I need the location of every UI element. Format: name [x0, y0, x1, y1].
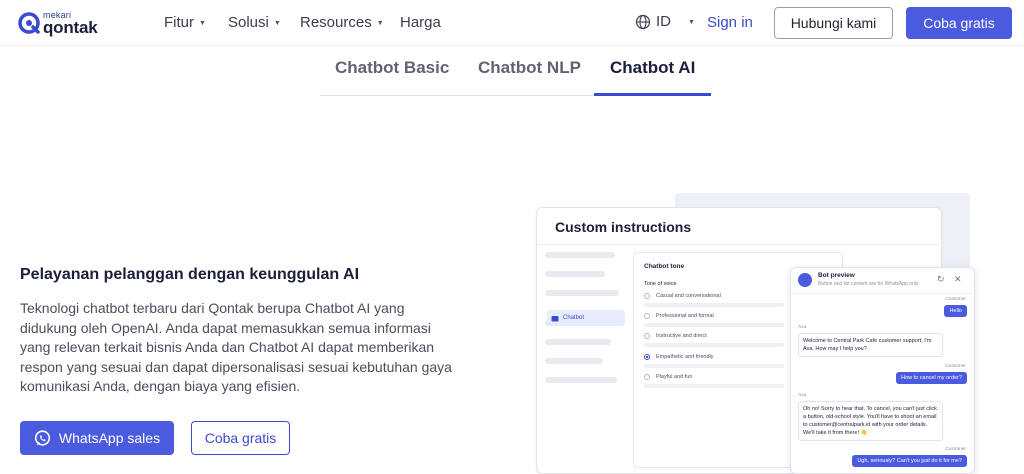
nav-menu-label: Fitur: [164, 14, 194, 31]
radio-icon: [644, 333, 650, 339]
bot-preview-subtitle: Button and list content are for WhatsApp…: [818, 281, 919, 287]
whatsapp-button-label: WhatsApp sales: [58, 430, 161, 446]
sidebar-item-chatbot: Chatbot: [547, 310, 625, 326]
tone-title: Chatbot tone: [644, 263, 685, 270]
message-sender: Customer: [945, 447, 966, 452]
qontak-logo[interactable]: mekari qontak: [18, 9, 128, 37]
qontak-logo-icon: [18, 12, 40, 34]
sidebar-item-label: Chatbot: [563, 315, 585, 321]
tone-option-label: Professional and formal: [656, 313, 714, 319]
customer-message: How to cancel my order?: [896, 372, 967, 384]
nav-menu-resources[interactable]: Resources ▼: [300, 14, 384, 31]
globe-icon: [635, 14, 651, 29]
placeholder-line: [644, 364, 784, 368]
customer-message: Hello: [944, 305, 967, 317]
close-icon: ✕: [954, 274, 962, 284]
placeholder-line: [644, 303, 784, 307]
free-trial-button[interactable]: Coba gratis: [906, 7, 1012, 39]
radio-icon: [644, 374, 650, 380]
placeholder-line: [644, 343, 784, 347]
bot-preview-panel: Bot preview Button and list content are …: [790, 267, 975, 474]
language-selector[interactable]: ID ▼: [635, 13, 695, 30]
section-heading: Pelayanan pelanggan dengan keunggulan AI: [20, 266, 360, 283]
tone-option: Playful and fun: [644, 374, 692, 380]
placeholder-line: [545, 290, 619, 296]
tone-option-selected: Empathetic and friendly: [644, 354, 713, 360]
caret-down-icon: ▼: [273, 20, 281, 27]
tone-option-label: Casual and conversational: [656, 293, 721, 299]
card-title: Custom instructions: [555, 219, 692, 235]
nav-menu-label: Resources: [300, 14, 372, 31]
divider: [537, 244, 941, 245]
sign-in-link[interactable]: Sign in: [707, 14, 753, 31]
caret-down-icon: ▼: [199, 20, 206, 27]
try-free-button[interactable]: Coba gratis: [191, 421, 290, 455]
bot-icon: [551, 315, 559, 321]
logo-main-text: qontak: [43, 18, 98, 37]
placeholder-line: [644, 384, 784, 388]
active-tab-indicator: [594, 93, 711, 96]
tone-subtitle: Tone of voice: [644, 281, 677, 287]
radio-selected-icon: [644, 354, 650, 360]
tab-chatbot-ai[interactable]: Chatbot AI: [610, 58, 695, 78]
tab-chatbot-basic[interactable]: Chatbot Basic: [335, 58, 449, 78]
tab-chatbot-nlp[interactable]: Chatbot NLP: [478, 58, 581, 78]
bot-message: Welcome to Central Park Cafe customer su…: [798, 333, 943, 357]
placeholder-line: [545, 252, 615, 258]
bot-avatar-icon: [798, 273, 812, 287]
top-navbar: mekari qontak Fitur ▼ Solusi ▼ Resources ▼ …: [0, 0, 1024, 46]
tone-option-label: Instructive and direct: [656, 333, 707, 339]
section-description: Teknologi chatbot terbaru dari Qontak be…: [20, 300, 452, 395]
placeholder-line: [545, 271, 605, 277]
nav-menu-harga[interactable]: Harga: [400, 14, 441, 31]
radio-icon: [644, 293, 650, 299]
language-label: ID: [656, 13, 671, 30]
message-sender: Customer: [945, 297, 966, 302]
contact-button[interactable]: Hubungi kami: [774, 7, 893, 39]
customer-message: Ugh, seriously? Can't you just do it for…: [852, 455, 967, 467]
tone-option-label: Empathetic and friendly: [656, 354, 714, 360]
nav-menu-label: Harga: [400, 14, 441, 31]
placeholder-line: [545, 339, 611, 345]
placeholder-line: [644, 323, 784, 327]
whatsapp-icon: [34, 429, 51, 446]
tone-option: Instructive and direct: [644, 333, 707, 339]
nav-menu-label: Solusi: [228, 14, 269, 31]
tone-option-label: Playful and fun: [656, 374, 693, 380]
message-sender: Customer: [945, 364, 966, 369]
bot-preview-header: Bot preview Button and list content are …: [791, 268, 974, 294]
nav-menu-fitur[interactable]: Fitur ▼: [164, 14, 206, 31]
message-sender: Ava: [798, 393, 807, 398]
radio-icon: [644, 313, 650, 319]
tone-option: Professional and formal: [644, 313, 714, 319]
placeholder-line: [545, 377, 617, 383]
caret-down-icon: ▼: [688, 19, 695, 26]
whatsapp-sales-button[interactable]: WhatsApp sales: [20, 421, 174, 455]
caret-down-icon: ▼: [376, 20, 384, 27]
message-sender: Ava: [798, 325, 807, 330]
refresh-icon: ↻: [937, 274, 945, 284]
chatbot-tabs: Chatbot Basic Chatbot NLP Chatbot AI: [320, 48, 711, 96]
bot-preview-title: Bot preview: [818, 272, 855, 279]
tone-option: Casual and conversational: [644, 293, 721, 299]
placeholder-line: [545, 358, 603, 364]
nav-menu-solusi[interactable]: Solusi ▼: [228, 14, 281, 31]
bot-message: Oh no! Sorry to hear that. To cancel, yo…: [798, 401, 943, 441]
